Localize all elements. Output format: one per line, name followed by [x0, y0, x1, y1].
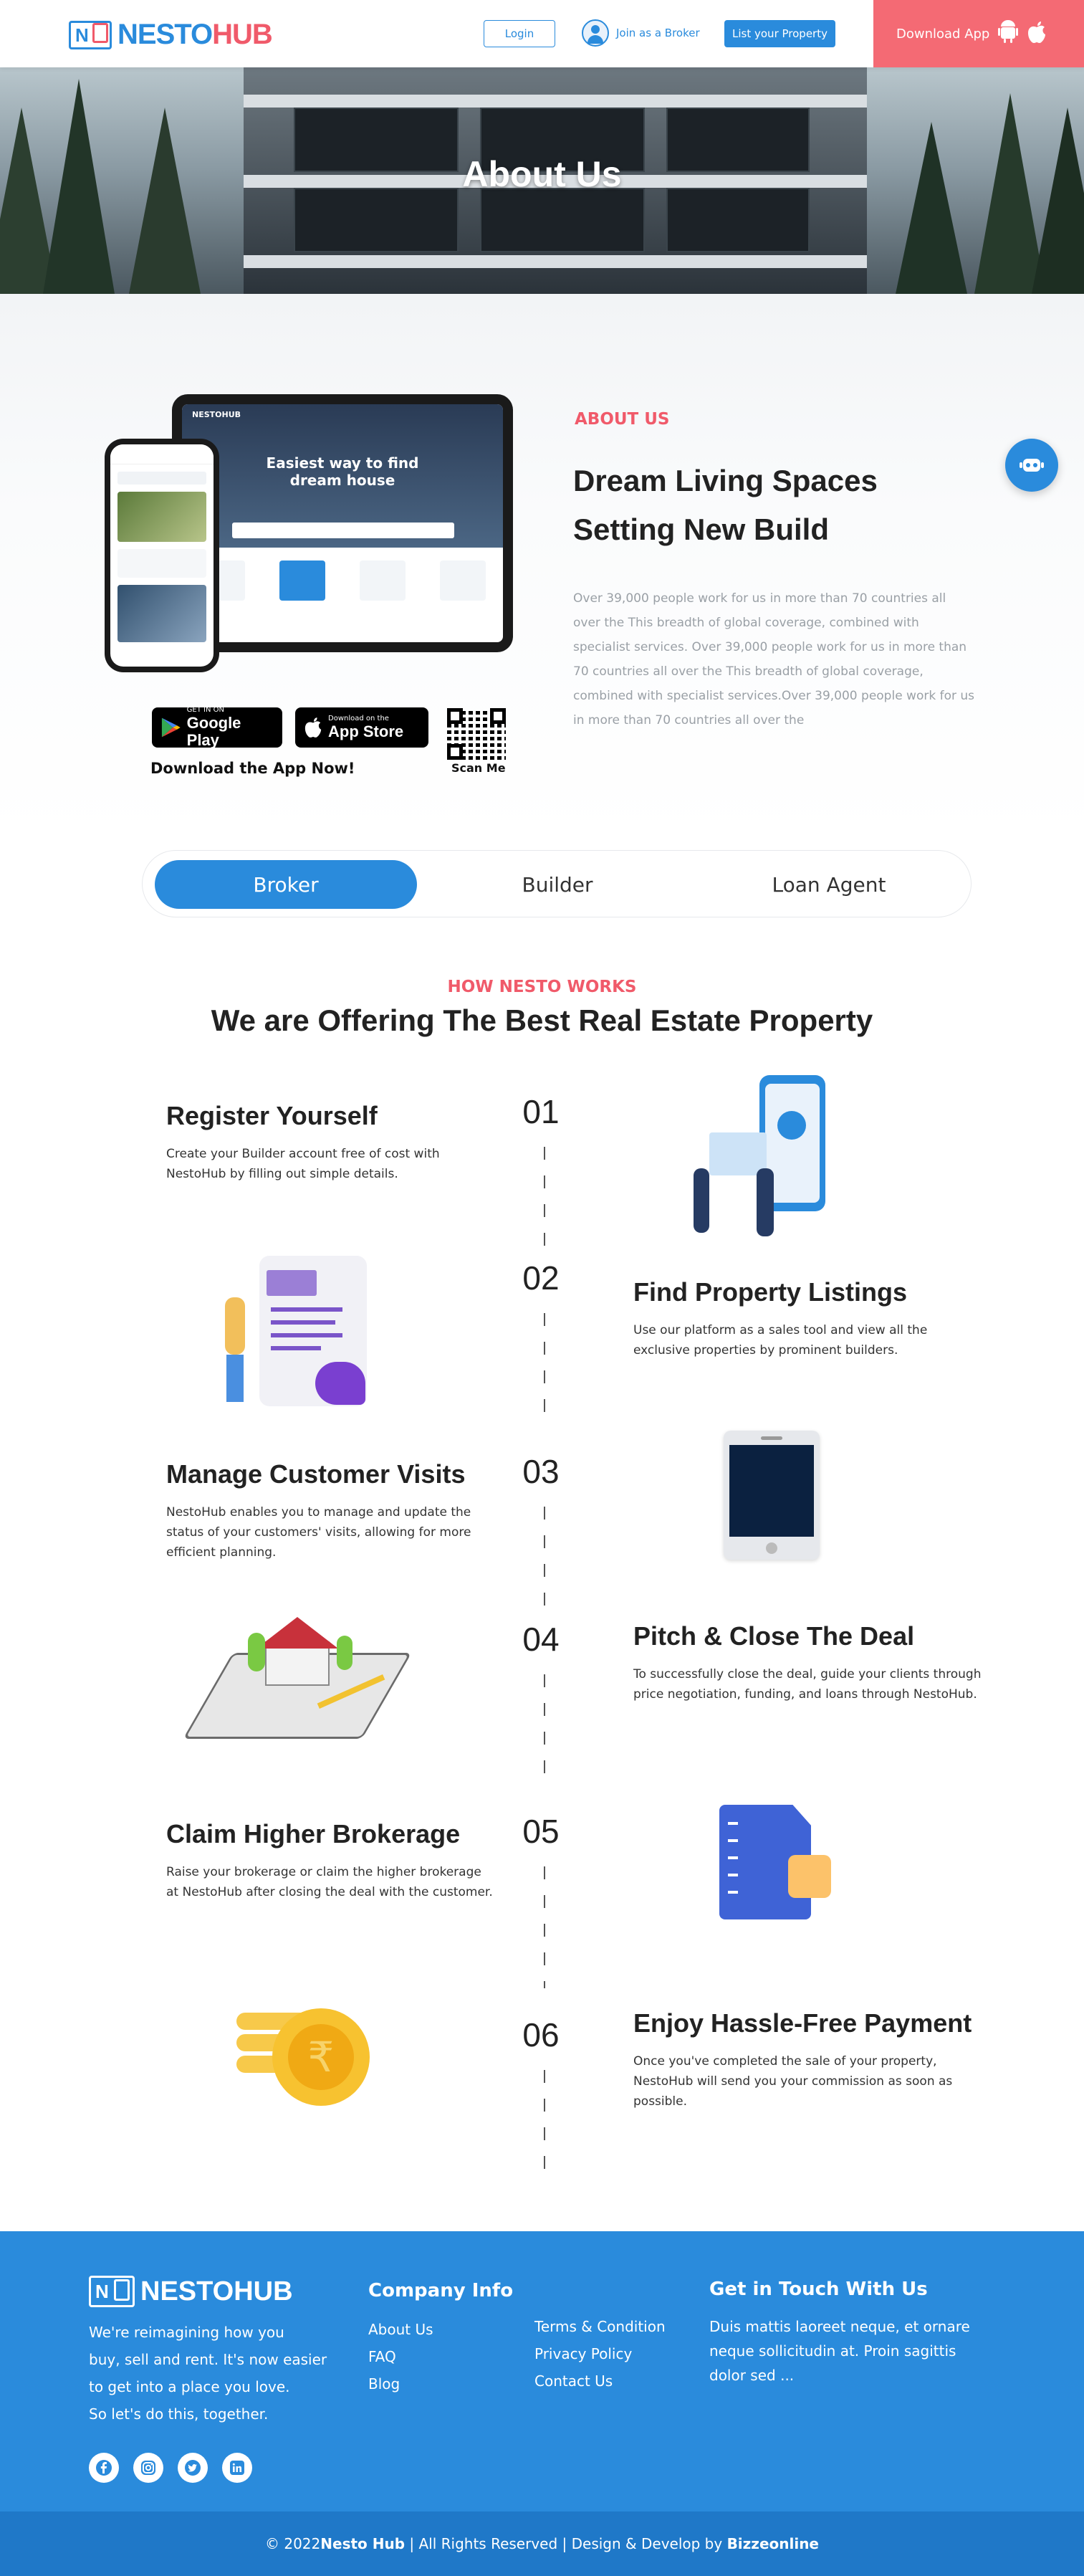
download-app-now: Download the App Now! [150, 760, 355, 777]
rupee-icon: ₹ [288, 2024, 354, 2090]
step-5-text: Raise your brokerage or claim the higher… [166, 1865, 493, 1899]
house-deal-illustration [183, 1595, 412, 1760]
mock-brand: NESTOHUB [192, 410, 241, 419]
company-info-title: Company Info [368, 2280, 514, 2301]
chat-bot-button[interactable] [1005, 439, 1058, 492]
get-in-touch-text: Duis mattis laoreet neque, et ornare neq… [709, 2318, 970, 2384]
app-store-button[interactable]: Download on the App Store [295, 707, 428, 748]
tab-builder[interactable]: Builder [426, 860, 689, 909]
tablet-mockup: NESTOHUB Easiest way to find dream house [172, 394, 513, 652]
copyright-prefix: © 2022 [265, 2535, 321, 2552]
footer-link-contact[interactable]: Contact Us [534, 2367, 666, 2395]
step-2-number: 02 [522, 1259, 560, 1297]
step-2-text: Use our platform as a sales tool and vie… [633, 1323, 928, 1358]
footer-logo[interactable]: N NESTOHUB [89, 2276, 293, 2307]
brand-left: NESTO [117, 19, 213, 50]
step-5-title: Claim Higher Brokerage [166, 1819, 461, 1848]
apple-store-icon [304, 717, 322, 738]
footer-link-privacy[interactable]: Privacy Policy [534, 2340, 666, 2367]
download-app-label: Download App [896, 26, 990, 42]
hero-banner: About Us [0, 67, 1084, 294]
facebook-icon[interactable] [89, 2453, 119, 2483]
broker-avatar-icon [582, 19, 609, 47]
list-property-button[interactable]: List your Property [724, 20, 835, 47]
register-illustration [688, 1075, 845, 1247]
rupee-coin-illustration: ₹ [236, 2001, 373, 2116]
site-header: N NESTOHUB Login Join as a Broker List y… [0, 0, 1084, 67]
footer-logo-mark: N [89, 2276, 135, 2307]
nestohub-logo[interactable]: N NESTOHUB [69, 19, 273, 51]
footer-brand: NESTOHUB [140, 2276, 293, 2307]
footer-link-about[interactable]: About Us [368, 2316, 433, 2343]
footer-link-blog[interactable]: Blog [368, 2370, 433, 2398]
apple-icon[interactable] [1027, 21, 1047, 47]
page-title: About Us [462, 154, 622, 194]
copyright-bar: © 2022 Nesto Hub | All Rights Reserved |… [0, 2511, 1084, 2576]
about-label: ABOUT US [575, 410, 670, 429]
developer-link[interactable]: Bizzeonline [727, 2535, 819, 2552]
about-title-1: Dream Living Spaces [573, 464, 878, 497]
step-6-text: Once you've completed the sale of your p… [633, 2054, 953, 2109]
step-2-title: Find Property Listings [633, 1277, 908, 1307]
step-6-number: 06 [522, 2016, 560, 2053]
tablet-illustration [724, 1431, 820, 1560]
listings-illustration [215, 1254, 373, 1412]
step-4-text: To successfully close the deal, guide yo… [633, 1667, 982, 1702]
logo-mark: N [69, 20, 112, 49]
step-3-number: 03 [522, 1453, 560, 1490]
step-1-number: 01 [522, 1093, 560, 1130]
instagram-icon[interactable] [133, 2453, 163, 2483]
scan-me-label: Scan Me [451, 761, 506, 775]
footer-link-faq[interactable]: FAQ [368, 2343, 433, 2370]
copyright-mid: | All Rights Reserved | Design & Develop… [405, 2535, 727, 2552]
brand-right: HUB [212, 19, 273, 50]
apple-big-text: App Store [328, 722, 404, 740]
download-app-button[interactable]: Download App [873, 0, 1084, 67]
step-4-number: 04 [522, 1621, 560, 1658]
about-body: Over 39,000 people work for us in more t… [573, 591, 975, 728]
step-4-title: Pitch & Close The Deal [633, 1621, 915, 1651]
step-1-title: Register Yourself [166, 1101, 378, 1130]
google-play-icon [161, 717, 181, 738]
step-5-number: 05 [522, 1813, 560, 1850]
android-icon[interactable] [998, 20, 1019, 47]
step-1-text: Create your Builder account free of cost… [166, 1147, 440, 1181]
about-title-2: Setting New Build [573, 512, 829, 546]
works-title: We are Offering The Best Real Estate Pro… [211, 1003, 873, 1037]
join-broker-link[interactable]: Join as a Broker [582, 19, 700, 47]
mock-title: Easiest way to find dream house [266, 454, 419, 489]
step-3-title: Manage Customer Visits [166, 1459, 466, 1489]
footer-link-terms[interactable]: Terms & Condition [534, 2313, 666, 2340]
document-illustration [719, 1805, 834, 1922]
tab-broker[interactable]: Broker [155, 860, 417, 909]
linkedin-icon[interactable] [222, 2453, 252, 2483]
get-in-touch-title: Get in Touch With Us [709, 2279, 928, 2300]
site-footer: N NESTOHUB We're reimagining how you buy… [0, 2231, 1084, 2511]
phone-mockup [105, 439, 219, 672]
robot-icon [1020, 459, 1044, 472]
google-play-button[interactable]: GET IN ON Google Play [152, 706, 282, 749]
google-big-text: Google Play [186, 714, 241, 749]
twitter-icon[interactable] [178, 2453, 208, 2483]
footer-tagline: We're reimagining how you buy, sell and … [89, 2324, 327, 2423]
step-3-text: NestoHub enables you to manage and updat… [166, 1505, 471, 1560]
login-button[interactable]: Login [484, 20, 555, 47]
step-6-title: Enjoy Hassle-Free Payment [633, 2008, 972, 2038]
works-label: HOW NESTO WORKS [447, 978, 637, 996]
copyright-brand[interactable]: Nesto Hub [320, 2535, 405, 2552]
role-tabs: Broker Builder Loan Agent [142, 850, 972, 917]
join-broker-label: Join as a Broker [616, 27, 700, 39]
tab-loan-agent[interactable]: Loan Agent [698, 860, 960, 909]
